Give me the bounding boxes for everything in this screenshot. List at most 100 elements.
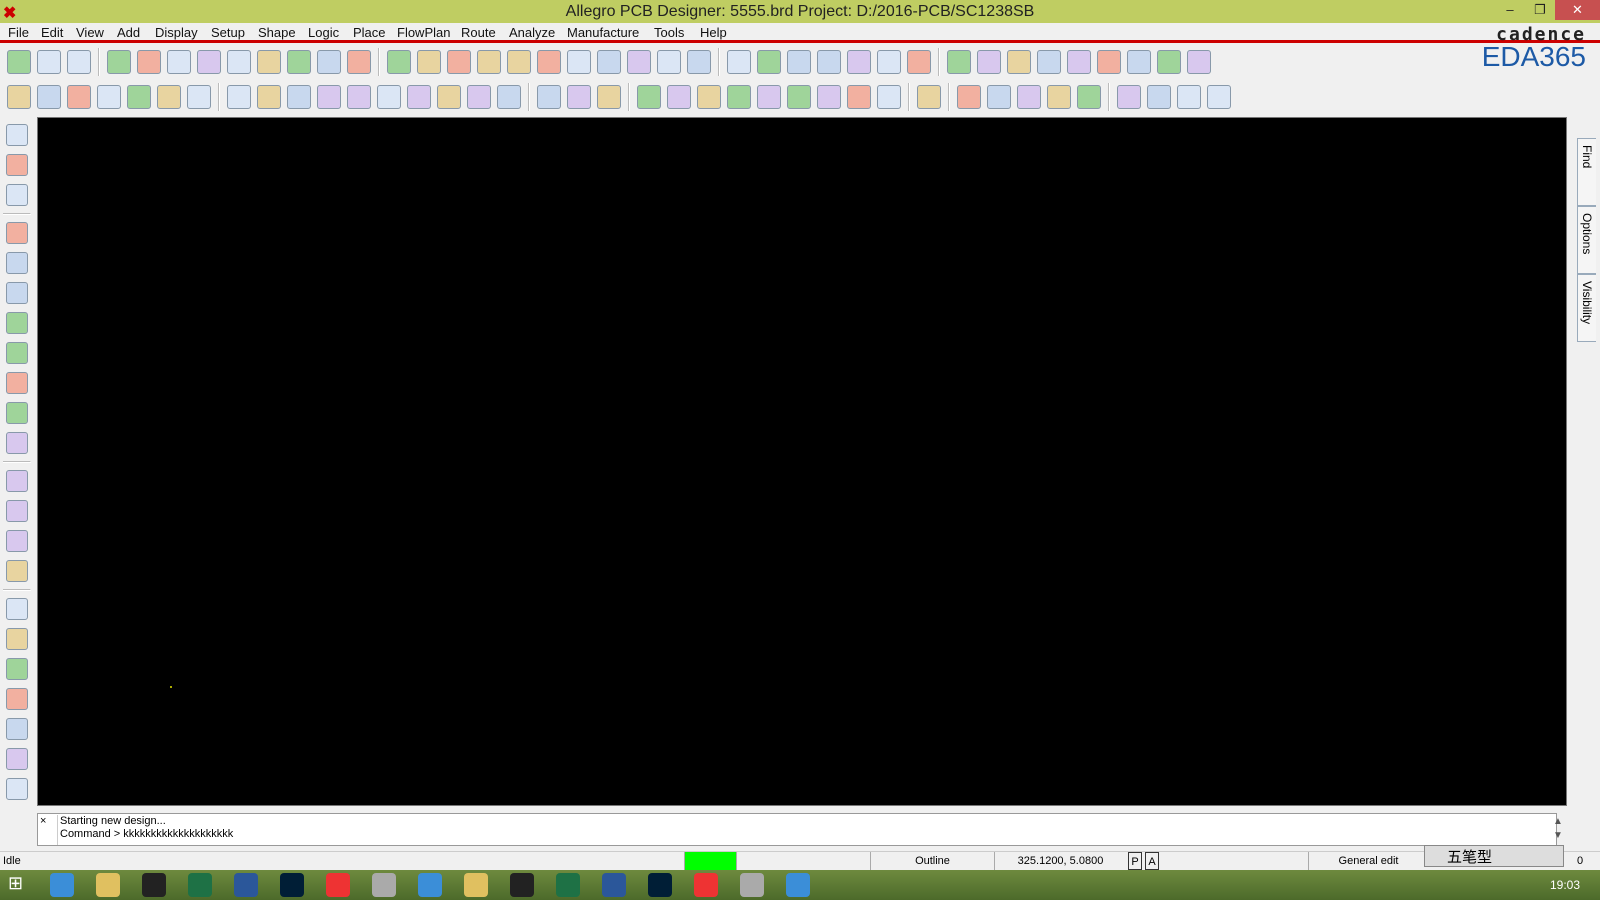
menu-view[interactable]: View: [76, 25, 104, 40]
wrench-icon[interactable]: [697, 85, 721, 109]
component-icon[interactable]: [37, 85, 61, 109]
menu-analyze[interactable]: Analyze: [509, 25, 555, 40]
redo-icon[interactable]: [257, 50, 281, 74]
grey-box-icon[interactable]: [157, 85, 181, 109]
rectangle-icon[interactable]: [6, 500, 28, 522]
move-icon[interactable]: [107, 50, 131, 74]
command-input[interactable]: Command > kkkkkkkkkkkkkkkkkkkk: [60, 828, 233, 841]
circle-icon[interactable]: [287, 85, 311, 109]
column-icon[interactable]: [1127, 50, 1151, 74]
menu-place[interactable]: Place: [353, 25, 386, 40]
renumber-icon[interactable]: [757, 85, 781, 109]
wave-icon[interactable]: [917, 85, 941, 109]
unrats-icon[interactable]: [387, 50, 411, 74]
menu-flowplan[interactable]: FlowPlan: [397, 25, 450, 40]
flip-icon[interactable]: [687, 50, 711, 74]
camera-icon[interactable]: [727, 85, 751, 109]
tab-find[interactable]: Find: [1577, 138, 1596, 206]
measure-icon[interactable]: [1007, 50, 1031, 74]
delete-void-icon[interactable]: [497, 85, 521, 109]
taskbar-app7-icon[interactable]: [694, 873, 718, 897]
text-edit-icon[interactable]: [6, 560, 28, 582]
add-connect-icon[interactable]: [6, 222, 28, 244]
color-icon[interactable]: [757, 50, 781, 74]
taskbar-app3-icon[interactable]: [510, 873, 534, 897]
fanout-icon[interactable]: [6, 372, 28, 394]
connect-icon[interactable]: [67, 85, 91, 109]
matrix-icon[interactable]: [817, 85, 841, 109]
taskbar-app8-icon[interactable]: [786, 873, 810, 897]
3d-view-icon[interactable]: [657, 50, 681, 74]
zoom-previous-icon[interactable]: [597, 50, 621, 74]
taskbar-notes-icon[interactable]: [418, 873, 442, 897]
route4-icon[interactable]: [6, 688, 28, 710]
tab-visibility[interactable]: Visibility: [1577, 274, 1596, 342]
command-scrollbar[interactable]: ▲ ▼: [1553, 815, 1563, 843]
delete-icon[interactable]: [167, 50, 191, 74]
menu-add[interactable]: Add: [117, 25, 140, 40]
tab-options[interactable]: Options: [1577, 206, 1596, 274]
route3-icon[interactable]: [6, 658, 28, 680]
zoom-out-icon[interactable]: [537, 50, 561, 74]
board-outline-icon[interactable]: [7, 85, 31, 109]
ime-toolbar[interactable]: 五笔型: [1424, 845, 1564, 867]
flag-icon[interactable]: [787, 85, 811, 109]
zoom-points-icon[interactable]: [447, 50, 471, 74]
restore-button[interactable]: ❐: [1525, 0, 1555, 20]
line-icon[interactable]: [6, 470, 28, 492]
constraint-icon[interactable]: [127, 85, 151, 109]
command-close-button[interactable]: ×: [40, 815, 46, 827]
edit-boundary-icon[interactable]: [467, 85, 491, 109]
status-p-button[interactable]: P: [1128, 852, 1142, 870]
dehighlight-icon[interactable]: [1187, 50, 1211, 74]
route5-icon[interactable]: [6, 718, 28, 740]
pin-icon[interactable]: [347, 50, 371, 74]
shadow-icon[interactable]: [1097, 50, 1121, 74]
highlight-icon[interactable]: [1037, 50, 1061, 74]
taskbar-ie-icon[interactable]: [50, 873, 74, 897]
void-rect-icon[interactable]: [407, 85, 431, 109]
slide-icon[interactable]: [6, 252, 28, 274]
taskbar-netease-icon[interactable]: [326, 873, 350, 897]
info-icon[interactable]: [947, 50, 971, 74]
zoom-in-icon[interactable]: [507, 50, 531, 74]
open-folder-icon[interactable]: [37, 50, 61, 74]
doc1-icon[interactable]: [957, 85, 981, 109]
custom-smooth-icon[interactable]: [6, 312, 28, 334]
down-arrow-icon[interactable]: [227, 50, 251, 74]
sun-icon[interactable]: [1067, 50, 1091, 74]
route6-icon[interactable]: [6, 748, 28, 770]
design-canvas[interactable]: [37, 117, 1567, 806]
scroll-up-icon[interactable]: ▲: [1553, 815, 1563, 829]
stack-icon[interactable]: [667, 85, 691, 109]
taskbar-explorer-icon[interactable]: [96, 873, 120, 897]
menu-route[interactable]: Route: [461, 25, 496, 40]
check-icon[interactable]: [1047, 85, 1071, 109]
menu-logic[interactable]: Logic: [308, 25, 339, 40]
route1-icon[interactable]: [6, 598, 28, 620]
probe-icon[interactable]: [1077, 85, 1101, 109]
u1-icon[interactable]: [6, 154, 28, 176]
close-button[interactable]: ✕: [1555, 0, 1600, 20]
dimension-icon[interactable]: [567, 85, 591, 109]
zoom-fit-icon[interactable]: [477, 50, 501, 74]
array-icon[interactable]: [877, 85, 901, 109]
scroll-down-icon[interactable]: ▼: [1553, 829, 1563, 843]
down-arrow-icon[interactable]: [287, 50, 311, 74]
menu-file[interactable]: File: [8, 25, 29, 40]
spread-icon[interactable]: [6, 342, 28, 364]
taskbar-word-icon[interactable]: [234, 873, 258, 897]
mail-icon[interactable]: [1147, 85, 1171, 109]
layers-icon[interactable]: [787, 50, 811, 74]
rats-icon[interactable]: [417, 50, 441, 74]
corner-icon[interactable]: [187, 85, 211, 109]
odb-icon[interactable]: [637, 85, 661, 109]
display-icon[interactable]: [907, 50, 931, 74]
taskbar-allegro-icon[interactable]: [740, 873, 764, 897]
help-icon[interactable]: [1207, 85, 1231, 109]
taskbar-qq-icon[interactable]: [142, 873, 166, 897]
taskbar-app4-icon[interactable]: [556, 873, 580, 897]
menu-help[interactable]: Help: [700, 25, 727, 40]
hybrid-icon[interactable]: [6, 432, 28, 454]
route2-icon[interactable]: [6, 628, 28, 650]
